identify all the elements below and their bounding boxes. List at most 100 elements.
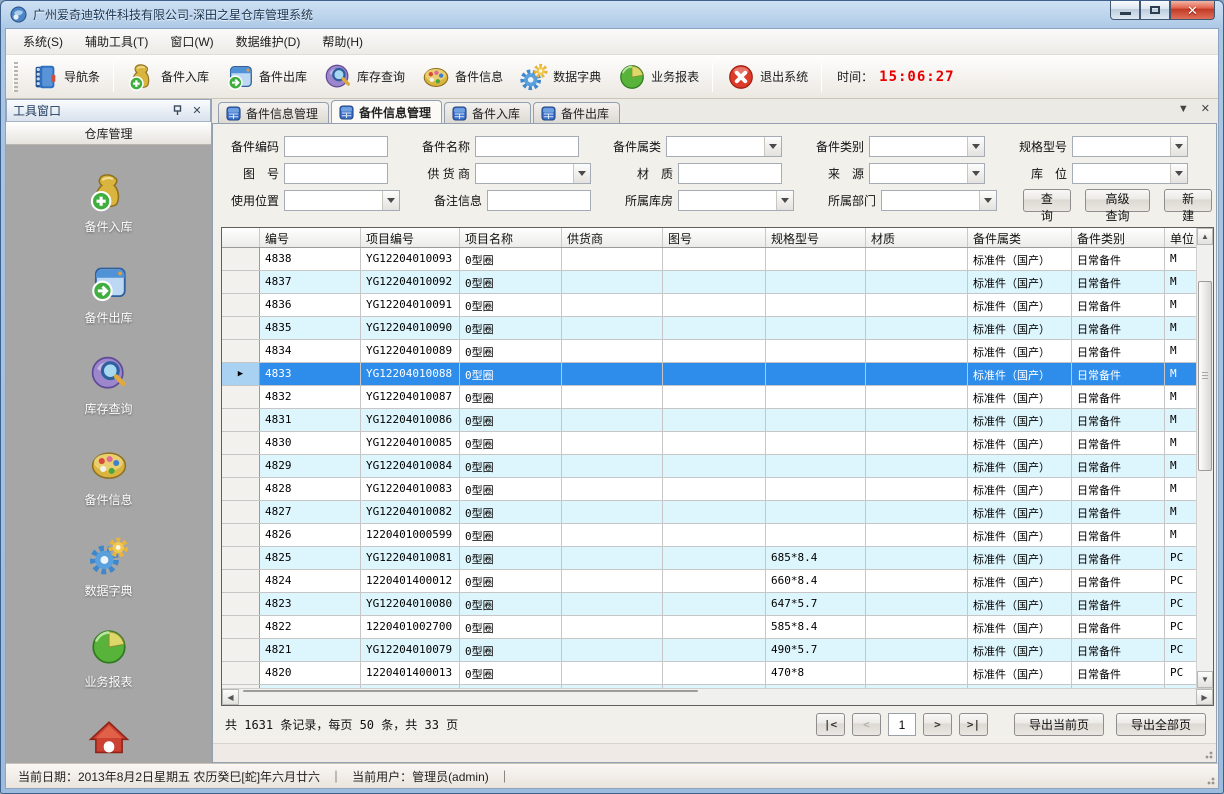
tab-list-dropdown-icon[interactable]: ▼ xyxy=(1178,104,1189,115)
row-selector-cell[interactable] xyxy=(222,455,260,477)
scroll-left-icon[interactable]: ◀ xyxy=(222,689,239,705)
header-cell[interactable]: 项目编号 xyxy=(361,228,460,247)
tab-close-icon[interactable]: ✕ xyxy=(1201,104,1210,115)
menu-item-3[interactable]: 窗口(W) xyxy=(159,29,224,54)
menu-item-4[interactable]: 数据维护(D) xyxy=(225,29,312,54)
sidebar-item-parts-info[interactable]: 备件信息 xyxy=(6,444,211,508)
horizontal-scroll-track[interactable] xyxy=(239,689,1196,705)
table-row[interactable]: 4823YG122040100800型圈647*5.7标准件（国产）日常备件PC xyxy=(222,593,1196,616)
row-selector-cell[interactable] xyxy=(222,662,260,684)
part-name-input[interactable] xyxy=(475,136,579,157)
header-cell[interactable]: 材质 xyxy=(866,228,968,247)
menu-item-5[interactable]: 帮助(H) xyxy=(311,29,374,54)
table-row[interactable]: 4830YG122040100850型圈标准件（国产）日常备件M xyxy=(222,432,1196,455)
sidebar-item-parts-in[interactable]: 备件入库 xyxy=(6,171,211,235)
table-row[interactable]: 4829YG122040100840型圈标准件（国产）日常备件M xyxy=(222,455,1196,478)
table-row[interactable]: 482612204010005990型圈标准件（国产）日常备件M xyxy=(222,524,1196,547)
sidebar-item-parts-out[interactable]: 备件出库 xyxy=(6,262,211,326)
export-current-page-button[interactable]: 导出当前页 xyxy=(1014,713,1104,736)
table-row[interactable]: 482212204010027000型圈585*8.4标准件（国产）日常备件PC xyxy=(222,616,1196,639)
toolbar-button-parts-out[interactable]: 备件出库 xyxy=(217,58,315,96)
table-row[interactable]: 4825YG122040100810型圈685*8.4标准件（国产）日常备件PC xyxy=(222,547,1196,570)
toolbar-button-stock-query[interactable]: 库存查询 xyxy=(315,58,413,96)
advanced-query-button[interactable]: 高级查询 xyxy=(1085,189,1151,212)
sidebar-item-report[interactable]: 业务报表 xyxy=(6,626,211,690)
spec-model-select[interactable] xyxy=(1072,136,1188,157)
tab-1[interactable]: 备件信息管理 xyxy=(218,102,329,123)
toolbar-button-data-dict[interactable]: 数据字典 xyxy=(511,58,609,96)
toolbar-button-parts-in[interactable]: 备件入库 xyxy=(119,58,217,96)
row-selector-cell[interactable] xyxy=(222,524,260,546)
table-row[interactable]: 4821YG122040100790型圈490*5.7标准件（国产）日常备件PC xyxy=(222,639,1196,662)
department-select[interactable] xyxy=(881,190,997,211)
toolbar-button-parts-info[interactable]: 备件信息 xyxy=(413,58,511,96)
drawing-no-input[interactable] xyxy=(284,163,388,184)
toolbar-button-navigator[interactable]: 导航条 xyxy=(22,58,108,96)
sidebar-item-warehouse[interactable]: 库房管理 xyxy=(6,717,211,763)
table-row[interactable]: 4838YG122040100930型圈标准件（国产）日常备件M xyxy=(222,248,1196,271)
maximize-button[interactable] xyxy=(1140,1,1170,20)
scroll-right-icon[interactable]: ▶ xyxy=(1196,689,1213,705)
row-selector-cell[interactable] xyxy=(222,248,260,270)
row-selector-cell[interactable] xyxy=(222,432,260,454)
part-category-select[interactable] xyxy=(666,136,782,157)
row-selector-cell[interactable] xyxy=(222,340,260,362)
row-selector-cell[interactable] xyxy=(222,616,260,638)
table-row[interactable]: ▶4833YG122040100880型圈标准件（国产）日常备件M xyxy=(222,363,1196,386)
pin-icon[interactable] xyxy=(170,104,184,118)
new-button[interactable]: 新建 xyxy=(1164,189,1212,212)
row-selector-cell[interactable] xyxy=(222,501,260,523)
header-cell[interactable]: 备件属类 xyxy=(968,228,1072,247)
minimize-button[interactable] xyxy=(1110,1,1140,20)
part-code-input[interactable] xyxy=(284,136,388,157)
material-input[interactable] xyxy=(678,163,782,184)
table-row[interactable]: 4837YG122040100920型圈标准件（国产）日常备件M xyxy=(222,271,1196,294)
header-cell[interactable]: 单位 xyxy=(1165,228,1196,247)
row-selector-cell[interactable] xyxy=(222,593,260,615)
row-selector-cell[interactable] xyxy=(222,547,260,569)
toolbar-grip[interactable] xyxy=(13,62,18,92)
sidebar-close-icon[interactable]: ✕ xyxy=(190,104,204,118)
horizontal-scrollbar[interactable]: ◀ ▶ xyxy=(222,688,1213,705)
table-row[interactable]: 482412204014000120型圈660*8.4标准件（国产）日常备件PC xyxy=(222,570,1196,593)
vertical-scroll-thumb[interactable] xyxy=(1198,281,1212,471)
table-row[interactable]: 4828YG122040100830型圈标准件（国产）日常备件M xyxy=(222,478,1196,501)
row-selector-cell[interactable] xyxy=(222,386,260,408)
row-selector-cell[interactable] xyxy=(222,317,260,339)
next-page-button[interactable]: > xyxy=(923,713,952,736)
horizontal-scroll-thumb[interactable] xyxy=(243,690,698,692)
header-cell[interactable]: 项目名称 xyxy=(460,228,562,247)
table-row[interactable]: 4836YG122040100910型圈标准件（国产）日常备件M xyxy=(222,294,1196,317)
toolbar-button-report[interactable]: 业务报表 xyxy=(609,58,707,96)
tab-3[interactable]: 备件入库 xyxy=(444,102,531,123)
header-cell[interactable]: 规格型号 xyxy=(766,228,866,247)
tab-4[interactable]: 备件出库 xyxy=(533,102,620,123)
toolbar-button-exit[interactable]: 退出系统 xyxy=(718,58,816,96)
row-selector-cell[interactable] xyxy=(222,409,260,431)
sidebar-item-stock-query[interactable]: 库存查询 xyxy=(6,353,211,417)
header-cell[interactable]: 供货商 xyxy=(562,228,663,247)
vertical-scroll-track[interactable] xyxy=(1197,245,1213,671)
sidebar-item-data-dict[interactable]: 数据字典 xyxy=(6,535,211,599)
panel-resize-grip[interactable] xyxy=(1203,749,1213,759)
window-resize-grip[interactable] xyxy=(1205,775,1215,785)
table-row[interactable]: 4827YG122040100820型圈标准件（国产）日常备件M xyxy=(222,501,1196,524)
part-type-select[interactable] xyxy=(869,136,985,157)
source-select[interactable] xyxy=(869,163,985,184)
export-all-pages-button[interactable]: 导出全部页 xyxy=(1116,713,1206,736)
header-cell[interactable]: 备件类别 xyxy=(1072,228,1165,247)
table-row[interactable]: 4832YG122040100870型圈标准件（国产）日常备件M xyxy=(222,386,1196,409)
table-row[interactable]: 4831YG122040100860型圈标准件（国产）日常备件M xyxy=(222,409,1196,432)
owner-warehouse-select[interactable] xyxy=(678,190,794,211)
header-cell[interactable]: 图号 xyxy=(663,228,766,247)
remark-input[interactable] xyxy=(487,190,591,211)
row-selector-cell[interactable]: ▶ xyxy=(222,363,260,385)
table-row[interactable]: 4834YG122040100890型圈标准件（国产）日常备件M xyxy=(222,340,1196,363)
row-selector-cell[interactable] xyxy=(222,478,260,500)
prev-page-button[interactable]: < xyxy=(852,713,881,736)
tab-2[interactable]: 备件信息管理 xyxy=(331,100,442,123)
supplier-select[interactable] xyxy=(475,163,591,184)
menu-item-1[interactable]: 系统(S) xyxy=(12,29,74,54)
header-cell[interactable]: 编号 xyxy=(260,228,361,247)
row-selector-cell[interactable] xyxy=(222,294,260,316)
